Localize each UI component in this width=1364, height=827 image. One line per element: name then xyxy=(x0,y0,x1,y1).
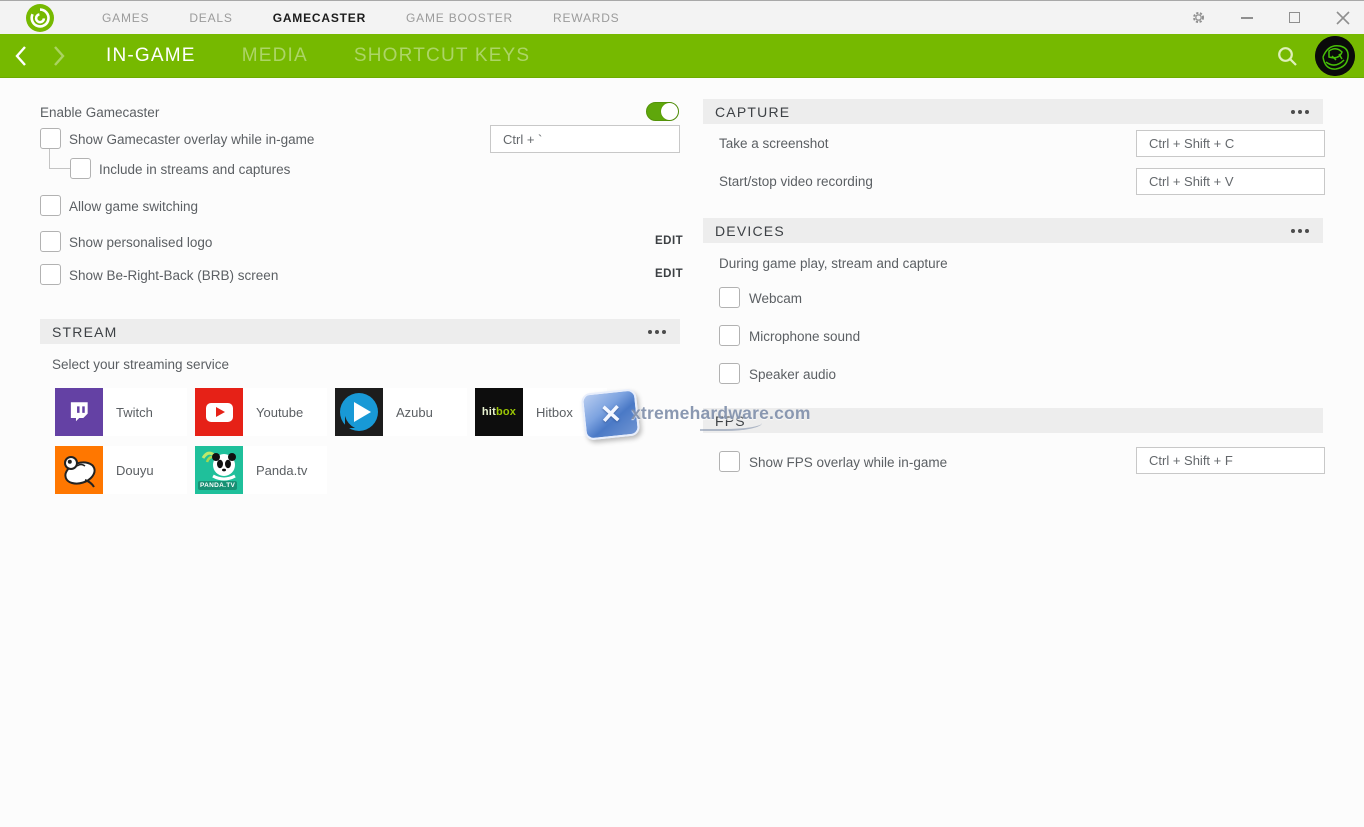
minimize-icon[interactable] xyxy=(1239,10,1254,25)
include-streams-label: Include in streams and captures xyxy=(99,162,290,177)
titlebar: GAMES DEALS GAMECASTER GAME BOOSTER REWA… xyxy=(0,0,1364,34)
stream-service-youtube[interactable]: Youtube xyxy=(195,388,327,436)
game-switching-checkbox[interactable] xyxy=(40,195,61,216)
gamecaster-settings-page: GAMES DEALS GAMECASTER GAME BOOSTER REWA… xyxy=(0,0,1364,827)
maximize-icon[interactable] xyxy=(1287,10,1302,25)
speaker-checkbox[interactable] xyxy=(719,363,740,384)
stream-service-twitch[interactable]: Twitch xyxy=(55,388,187,436)
video-recording-label: Start/stop video recording xyxy=(719,174,873,189)
chevron-left-icon[interactable] xyxy=(14,45,28,67)
search-icon[interactable] xyxy=(1276,45,1299,68)
overlay-label: Show Gamecaster overlay while in-game xyxy=(69,132,314,147)
personalised-logo-edit-link[interactable]: EDIT xyxy=(655,235,683,247)
brb-edit-link[interactable]: EDIT xyxy=(655,268,683,280)
tab-deals[interactable]: DEALS xyxy=(189,11,232,25)
video-recording-hotkey-input[interactable]: Ctrl + Shift + V xyxy=(1136,168,1325,195)
stream-service-hitbox[interactable]: hitbox Hitbox xyxy=(475,388,607,436)
devices-section-title: DEVICES xyxy=(715,223,785,239)
stream-section-title: STREAM xyxy=(52,324,118,340)
microphone-label: Microphone sound xyxy=(749,329,860,344)
panda-tv-icon: PANDA.TV xyxy=(195,446,243,494)
douyu-icon xyxy=(55,446,103,494)
ellipsis-icon[interactable] xyxy=(1289,225,1311,237)
tile-label: Youtube xyxy=(243,388,327,436)
fps-section-header: FPS xyxy=(703,408,1323,433)
fps-section-title: FPS xyxy=(715,413,746,429)
cortex-logo-icon[interactable] xyxy=(26,4,54,32)
overlay-checkbox[interactable] xyxy=(40,128,61,149)
webcam-label: Webcam xyxy=(749,291,802,306)
subnav-tabs: IN-GAME MEDIA SHORTCUT KEYS xyxy=(106,45,530,67)
personalised-logo-label: Show personalised logo xyxy=(69,235,212,250)
twitch-icon xyxy=(55,388,103,436)
webcam-checkbox[interactable] xyxy=(719,287,740,308)
fps-overlay-checkbox[interactable] xyxy=(719,451,740,472)
overlay-hotkey-input[interactable]: Ctrl + ` xyxy=(490,125,680,153)
user-avatar[interactable] xyxy=(1315,36,1355,76)
microphone-checkbox[interactable] xyxy=(719,325,740,346)
subnav: IN-GAME MEDIA SHORTCUT KEYS xyxy=(0,34,1364,78)
tile-label: Azubu xyxy=(383,388,467,436)
ellipsis-icon[interactable] xyxy=(646,326,668,338)
enable-gamecaster-label: Enable Gamecaster xyxy=(40,105,159,120)
youtube-icon xyxy=(195,388,243,436)
tab-rewards[interactable]: REWARDS xyxy=(553,11,620,25)
personalised-logo-checkbox[interactable] xyxy=(40,231,61,252)
tile-label: Douyu xyxy=(103,446,187,494)
stream-service-panda[interactable]: PANDA.TV Panda.tv xyxy=(195,446,327,494)
app-tabs: GAMES DEALS GAMECASTER GAME BOOSTER REWA… xyxy=(102,11,620,25)
capture-section-header: CAPTURE xyxy=(703,99,1323,124)
fps-overlay-label: Show FPS overlay while in-game xyxy=(749,455,947,470)
tile-label: Hitbox xyxy=(523,388,607,436)
checkbox-connector xyxy=(49,149,70,169)
enable-gamecaster-toggle[interactable] xyxy=(646,102,679,121)
stream-subtitle: Select your streaming service xyxy=(52,357,229,372)
capture-section-title: CAPTURE xyxy=(715,104,790,120)
brb-label: Show Be-Right-Back (BRB) screen xyxy=(69,268,278,283)
gear-icon[interactable] xyxy=(1191,10,1206,25)
tile-label: Twitch xyxy=(103,388,187,436)
screenshot-label: Take a screenshot xyxy=(719,136,829,151)
screenshot-hotkey-input[interactable]: Ctrl + Shift + C xyxy=(1136,130,1325,157)
tab-game-booster[interactable]: GAME BOOSTER xyxy=(406,11,513,25)
subtab-shortcut-keys[interactable]: SHORTCUT KEYS xyxy=(354,45,530,67)
hitbox-icon: hitbox xyxy=(475,388,523,436)
stream-service-azubu[interactable]: Azubu xyxy=(335,388,467,436)
stream-section-header: STREAM xyxy=(40,319,680,344)
close-icon[interactable] xyxy=(1335,10,1350,25)
chevron-right-icon[interactable] xyxy=(52,45,66,67)
brb-checkbox[interactable] xyxy=(40,264,61,285)
tab-games[interactable]: GAMES xyxy=(102,11,149,25)
subtab-in-game[interactable]: IN-GAME xyxy=(106,45,196,67)
ellipsis-icon[interactable] xyxy=(1289,106,1311,118)
stream-service-douyu[interactable]: Douyu xyxy=(55,446,187,494)
window-controls xyxy=(1191,10,1350,25)
speaker-label: Speaker audio xyxy=(749,367,836,382)
fps-hotkey-input[interactable]: Ctrl + Shift + F xyxy=(1136,447,1325,474)
include-streams-checkbox[interactable] xyxy=(70,158,91,179)
azubu-icon xyxy=(335,388,383,436)
tile-label: Panda.tv xyxy=(243,446,327,494)
devices-section-header: DEVICES xyxy=(703,218,1323,243)
devices-subtitle: During game play, stream and capture xyxy=(719,256,948,271)
subtab-media[interactable]: MEDIA xyxy=(242,45,308,67)
game-switching-label: Allow game switching xyxy=(69,199,198,214)
tab-gamecaster[interactable]: GAMECASTER xyxy=(273,11,366,25)
